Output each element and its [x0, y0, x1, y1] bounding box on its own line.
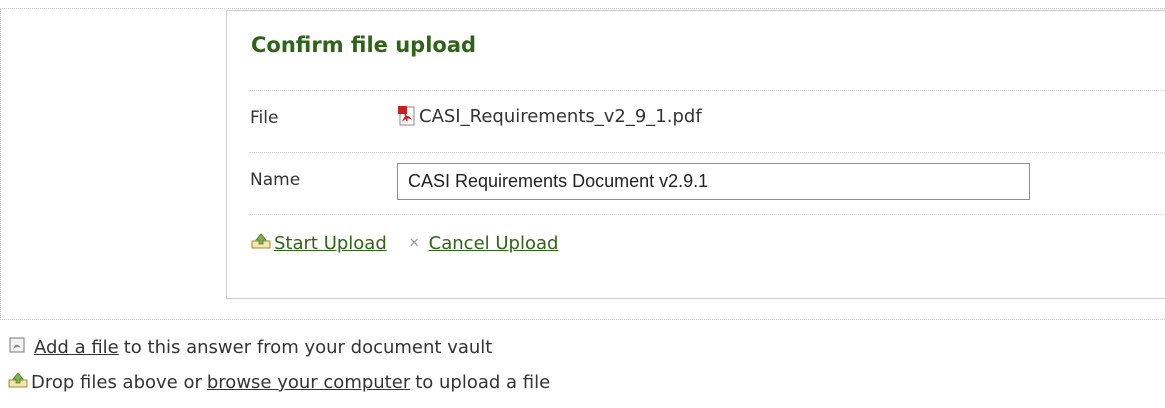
- cancel-upload-link[interactable]: Cancel Upload: [429, 233, 559, 254]
- vault-line: Add a file to this answer from your docu…: [8, 336, 492, 359]
- cancel-icon: ✕: [408, 236, 420, 251]
- drop-suffix-text: to upload a file: [415, 372, 551, 393]
- confirm-upload-panel: Confirm file upload File CASI_Requiremen…: [226, 10, 1165, 299]
- upload-icon: [8, 372, 28, 393]
- pdf-icon: [397, 105, 417, 127]
- drop-prefix-text: Drop files above or: [31, 372, 202, 393]
- document-icon: [8, 336, 26, 359]
- name-row: Name: [249, 152, 1165, 214]
- upload-actions: Start Upload ✕ Cancel Upload: [251, 233, 558, 254]
- file-row: File CASI_Requirements_v2_9_1.pdf: [249, 90, 1165, 152]
- file-label: File: [250, 108, 279, 128]
- actions-row: Start Upload ✕ Cancel Upload: [249, 214, 1165, 284]
- file-value: CASI_Requirements_v2_9_1.pdf: [397, 105, 702, 127]
- name-label: Name: [250, 170, 301, 190]
- name-input[interactable]: [397, 163, 1030, 200]
- add-file-text: to this answer from your document vault: [123, 337, 493, 358]
- upload-icon: [251, 233, 271, 254]
- panel-title: Confirm file upload: [251, 33, 477, 57]
- upload-widget: Confirm file upload File CASI_Requiremen…: [0, 0, 1165, 408]
- browse-line: Drop files above or browse your computer…: [8, 372, 550, 393]
- start-upload-link[interactable]: Start Upload: [274, 233, 387, 254]
- browse-computer-link[interactable]: browse your computer: [207, 372, 410, 393]
- add-file-link[interactable]: Add a file: [34, 337, 119, 358]
- file-name: CASI_Requirements_v2_9_1.pdf: [419, 105, 702, 127]
